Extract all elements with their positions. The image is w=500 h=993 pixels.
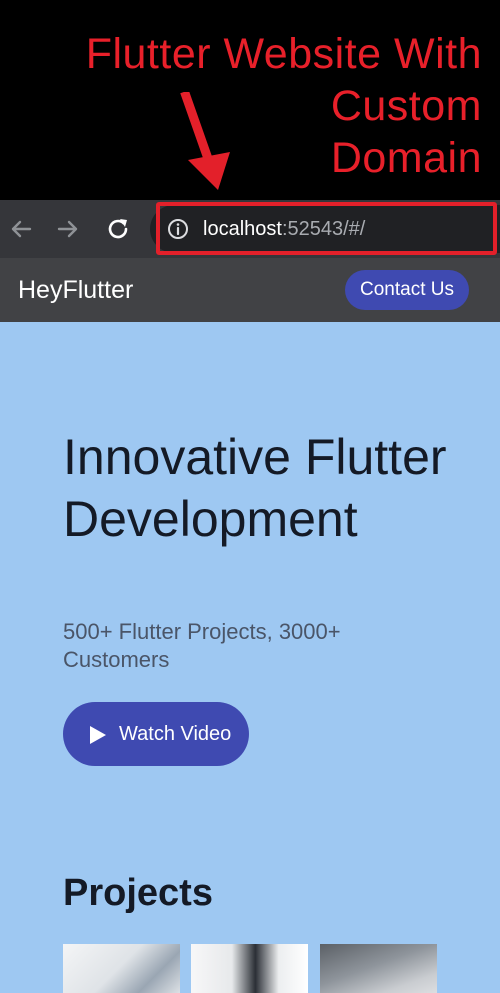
annotation-title: Flutter Website With Custom Domain (12, 28, 482, 184)
watch-video-label: Watch Video (119, 723, 232, 745)
project-thumbnail[interactable] (320, 944, 437, 993)
back-arrow-icon[interactable] (6, 214, 36, 244)
reload-icon[interactable] (103, 214, 133, 244)
hero-subtitle: 500+ Flutter Projects, 3000+ Customers (63, 619, 341, 672)
main-content: Innovative Flutter Development 500+ Flut… (0, 322, 500, 993)
annotation-line-2: Custom (330, 82, 482, 130)
annotation-arrow-icon (180, 92, 230, 190)
app-title: HeyFlutter (18, 276, 134, 304)
play-icon (90, 726, 106, 744)
annotation-banner: Flutter Website With Custom Domain (0, 0, 500, 200)
url-highlight-box (156, 202, 497, 255)
contact-us-button[interactable]: Contact Us (345, 270, 469, 310)
hero-title: Innovative Flutter Development (63, 429, 447, 547)
projects-title: Projects (63, 872, 213, 914)
annotation-line-1: Flutter Website With (85, 30, 482, 78)
annotation-line-3: Domain (330, 134, 482, 182)
forward-arrow-icon[interactable] (53, 214, 83, 244)
watch-video-button[interactable]: Watch Video (63, 702, 249, 766)
project-thumbnail[interactable] (191, 944, 308, 993)
project-thumbnail[interactable] (63, 944, 180, 993)
